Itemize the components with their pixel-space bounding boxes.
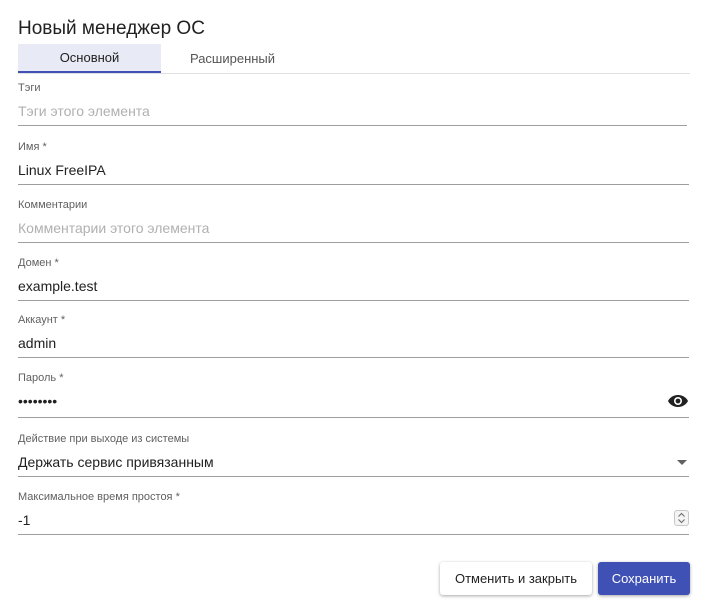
comments-field: Комментарии — [18, 198, 689, 243]
save-button[interactable]: Сохранить — [598, 562, 690, 595]
tab-advanced[interactable]: Расширенный — [161, 44, 304, 73]
max-idle-label: Максимальное время простоя * — [18, 491, 180, 503]
comments-label: Комментарии — [18, 199, 88, 211]
eye-icon[interactable] — [667, 393, 689, 409]
domain-field: Домен * — [18, 256, 689, 301]
tab-bar: Основной Расширенный — [18, 44, 690, 74]
comments-input[interactable] — [18, 216, 689, 240]
password-field: Пароль * — [18, 371, 689, 418]
tags-input[interactable] — [18, 99, 687, 123]
account-field: Аккаунт * — [18, 313, 689, 358]
password-input[interactable] — [18, 389, 648, 413]
account-input[interactable] — [18, 331, 689, 355]
name-field: Имя * — [18, 140, 689, 185]
tab-main[interactable]: Основной — [18, 44, 161, 73]
caret-down-icon[interactable] — [677, 460, 687, 465]
domain-input-wrap — [18, 274, 689, 301]
account-input-wrap — [18, 331, 689, 358]
logout-action-label: Действие при выходе из системы — [18, 433, 190, 445]
spinner-icon[interactable] — [674, 510, 689, 526]
logout-action-value: Держать сервис привязанным — [18, 454, 214, 470]
account-label: Аккаунт * — [18, 314, 66, 326]
tags-label: Тэги — [18, 82, 41, 94]
domain-input[interactable] — [18, 274, 689, 298]
password-input-wrap — [18, 389, 689, 418]
name-label: Имя * — [18, 141, 47, 153]
tags-input-wrap — [18, 99, 687, 126]
name-input-wrap — [18, 158, 689, 185]
password-label: Пароль * — [18, 372, 64, 384]
max-idle-input[interactable] — [18, 508, 658, 532]
logout-action-select[interactable]: Держать сервис привязанным — [18, 450, 689, 477]
cancel-close-button[interactable]: Отменить и закрыть — [440, 562, 592, 595]
max-idle-field: Максимальное время простоя * — [18, 490, 689, 535]
max-idle-input-wrap — [18, 508, 689, 535]
tags-field: Тэги — [18, 81, 687, 126]
logout-action-field: Действие при выходе из системы Держать с… — [18, 432, 689, 477]
comments-input-wrap — [18, 216, 689, 243]
name-input[interactable] — [18, 158, 689, 182]
domain-label: Домен * — [18, 257, 59, 269]
dialog-title: Новый менеджер ОС — [18, 18, 205, 39]
